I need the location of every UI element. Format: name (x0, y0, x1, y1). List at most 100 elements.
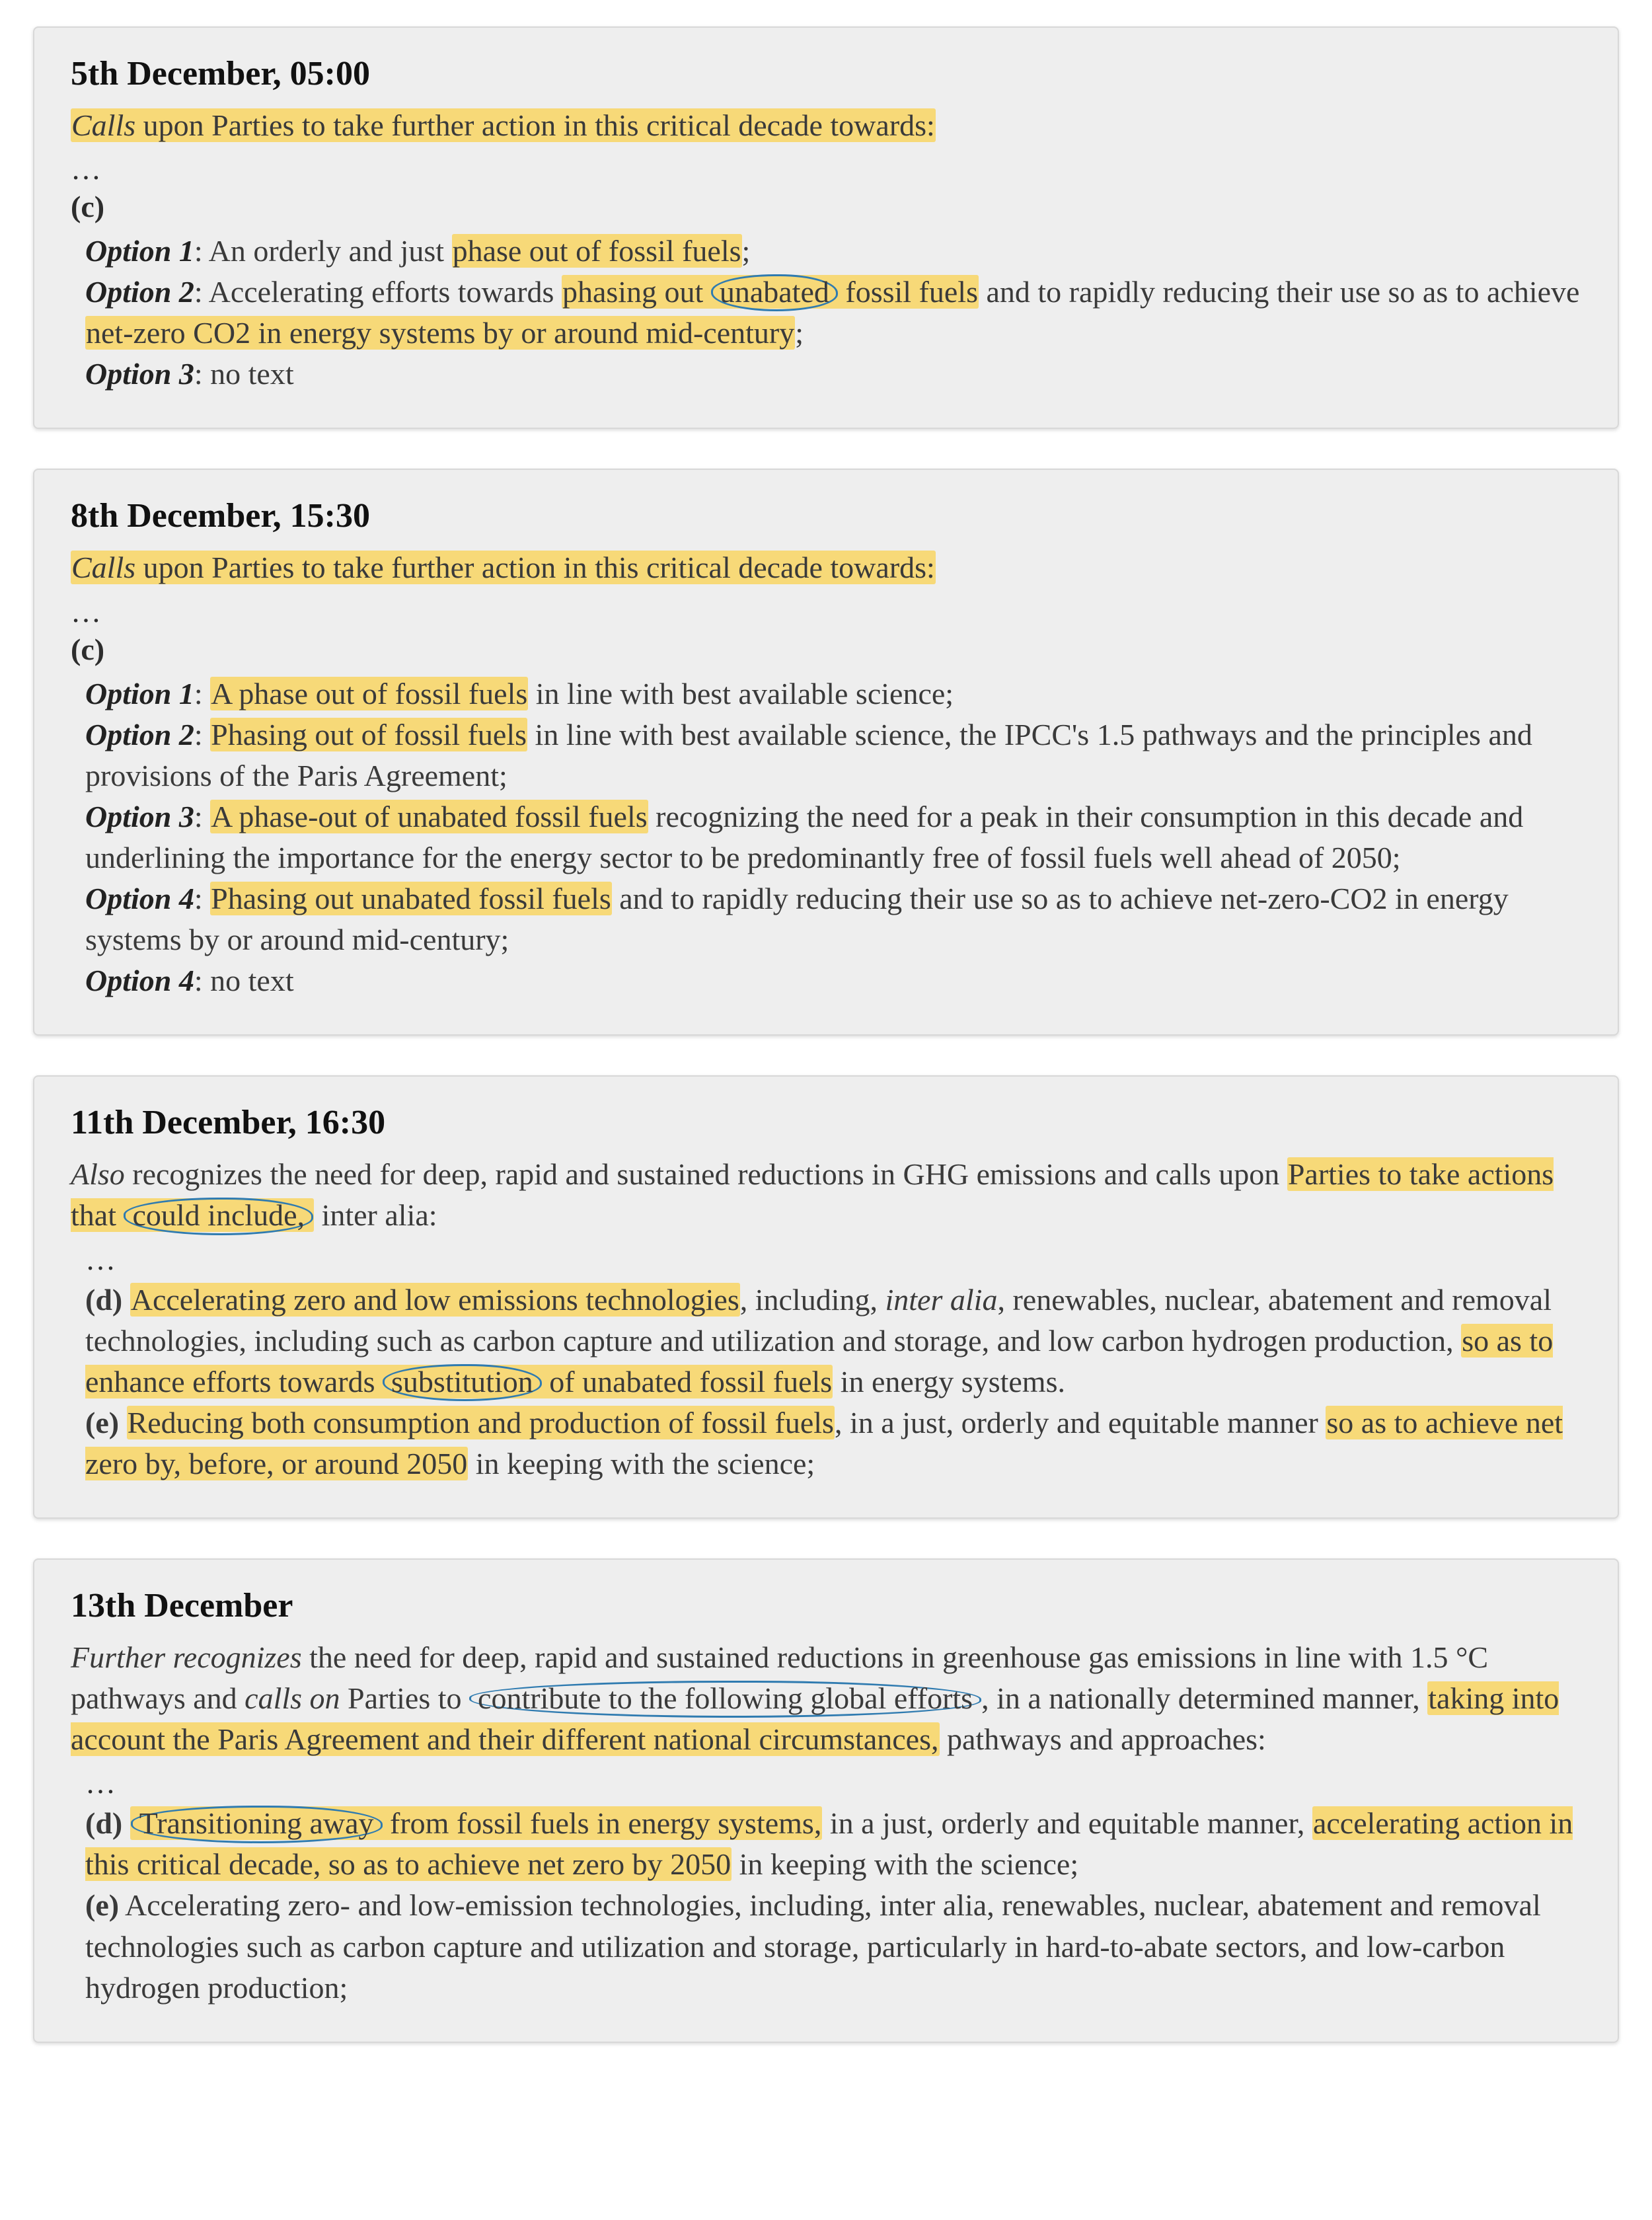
option-text: ; (795, 316, 804, 350)
option-2: Option 2: Phasing out of fossil fuels in… (85, 714, 1581, 796)
highlight: Reducing both consumption and production… (127, 1406, 835, 1439)
highlight: net-zero CO2 in energy systems by or aro… (85, 316, 795, 350)
ellipsis: … (71, 151, 1581, 186)
card-heading: 8th December, 15:30 (71, 496, 1581, 535)
intro-text: upon Parties to take further action in t… (135, 551, 935, 584)
option-3: Option 3: A phase-out of unabated fossil… (85, 796, 1581, 878)
option-label: Option 1 (85, 234, 194, 268)
option-text: : (194, 677, 210, 710)
item-text: , including, (740, 1283, 885, 1317)
intro-italic: calls on (244, 1681, 340, 1715)
intro-italic: Further recognizes (71, 1640, 302, 1674)
option-1: Option 1: An orderly and just phase out … (85, 231, 1581, 272)
intro-text: inter alia: (314, 1198, 437, 1232)
option-label: Option 2 (85, 275, 194, 309)
option-text: : no text (194, 357, 294, 391)
card-dec-05: 5th December, 05:00 Calls upon Parties t… (33, 26, 1619, 429)
intro-text: , in a nationally determined manner, (981, 1681, 1427, 1715)
option-text: : (194, 882, 210, 915)
card-heading: 13th December (71, 1586, 1581, 1625)
options: Option 1: An orderly and just phase out … (71, 231, 1581, 395)
option-label: Option 3 (85, 800, 194, 833)
intro-line: Further recognizes the need for deep, ra… (71, 1637, 1581, 1760)
highlight: phase out of fossil fuels (452, 234, 742, 268)
intro-italic: Calls (71, 551, 135, 584)
item-d: (d) Transitioning away from fossil fuels… (85, 1803, 1581, 1885)
option-text: ; (742, 234, 751, 268)
highlight-text: fossil fuels (838, 275, 978, 309)
options: Option 1: A phase out of fossil fuels in… (71, 673, 1581, 1002)
intro-text: pathways and approaches: (940, 1722, 1266, 1756)
intro-line: Calls upon Parties to take further actio… (71, 105, 1581, 146)
option-label: Option 1 (85, 677, 194, 710)
ellipsis: … (71, 594, 1581, 629)
item-e: (e) Reducing both consumption and produc… (85, 1402, 1581, 1484)
highlight: Transitioning away from fossil fuels in … (130, 1806, 823, 1840)
items: … (d) Transitioning away from fossil fue… (71, 1765, 1581, 2008)
intro-highlight: Calls upon Parties to take further actio… (71, 551, 936, 584)
highlight: Phasing out of fossil fuels (210, 718, 527, 751)
highlight-text: phasing out (562, 275, 711, 309)
item-text: in energy systems. (833, 1365, 1065, 1398)
option-3: Option 3: no text (85, 354, 1581, 395)
option-text: : An orderly and just (194, 234, 452, 268)
option-2: Option 2: Accelerating efforts towards p… (85, 272, 1581, 354)
card-dec-08: 8th December, 15:30 Calls upon Parties t… (33, 469, 1619, 1036)
circled-word: substitution (383, 1364, 542, 1401)
highlight: Accelerating zero and low emissions tech… (130, 1283, 740, 1317)
intro-text: recognizes the need for deep, rapid and … (125, 1157, 1287, 1191)
option-text: in line with best available science; (528, 677, 954, 710)
option-label: Option 3 (85, 357, 194, 391)
highlight: phasing out unabated fossil fuels (562, 275, 979, 309)
intro-italic: Also (71, 1157, 125, 1191)
clause-c: (c) (71, 189, 1581, 224)
ellipsis: … (85, 1765, 1581, 1800)
card-heading: 11th December, 16:30 (71, 1103, 1581, 1142)
page: 5th December, 05:00 Calls upon Parties t… (0, 0, 1652, 2069)
circled-phrase: Transitioning away (131, 1806, 383, 1843)
intro-line: Calls upon Parties to take further actio… (71, 547, 1581, 588)
item-text: Accelerating zero- and low-emission tech… (85, 1888, 1541, 2004)
highlight-text: of unabated fossil fuels (542, 1365, 832, 1398)
highlight-text: from fossil fuels in energy systems, (383, 1806, 822, 1840)
option-label: Option 4 (85, 964, 194, 997)
circled-phrase: contribute to the following global effor… (469, 1681, 981, 1718)
clause-letter: (e) (85, 1888, 119, 1922)
intro-italic: Calls (71, 108, 135, 142)
option-label: Option 4 (85, 882, 194, 915)
clause-letter: (e) (85, 1406, 119, 1439)
clause-letter: (d) (85, 1806, 122, 1840)
item-d: (d) Accelerating zero and low emissions … (85, 1280, 1581, 1402)
highlight: A phase out of fossil fuels (210, 677, 528, 710)
clause-c: (c) (71, 632, 1581, 667)
circled-word: could include, (124, 1198, 313, 1235)
card-heading: 5th December, 05:00 (71, 54, 1581, 93)
circled-word: unabated (711, 274, 838, 311)
ellipsis: … (85, 1242, 1581, 1277)
highlight: A phase-out of unabated fossil fuels (210, 800, 648, 833)
option-text: and to rapidly reducing their use so as … (979, 275, 1580, 309)
option-text: : (194, 718, 210, 751)
intro-text: Parties to (340, 1681, 469, 1715)
option-4b: Option 4: no text (85, 960, 1581, 1001)
option-1: Option 1: A phase out of fossil fuels in… (85, 673, 1581, 714)
item-text: in keeping with the science; (732, 1847, 1078, 1881)
item-text: in a just, orderly and equitable manner, (822, 1806, 1312, 1840)
clause-letter: (d) (85, 1283, 122, 1317)
option-label: Option 2 (85, 718, 194, 751)
italic-text: inter alia (885, 1283, 998, 1317)
intro-text: upon Parties to take further action in t… (135, 108, 935, 142)
items: … (d) Accelerating zero and low emission… (71, 1242, 1581, 1484)
card-dec-13: 13th December Further recognizes the nee… (33, 1558, 1619, 2043)
option-text: : (194, 800, 210, 833)
item-text: in keeping with the science; (468, 1447, 815, 1480)
item-e: (e) Accelerating zero- and low-emission … (85, 1885, 1581, 2008)
intro-line: Also recognizes the need for deep, rapid… (71, 1154, 1581, 1236)
intro-highlight: Calls upon Parties to take further actio… (71, 108, 936, 142)
option-4a: Option 4: Phasing out unabated fossil fu… (85, 878, 1581, 960)
item-text: , in a just, orderly and equitable manne… (835, 1406, 1326, 1439)
highlight: Phasing out unabated fossil fuels (210, 882, 612, 915)
option-text: : Accelerating efforts towards (194, 275, 562, 309)
card-dec-11: 11th December, 16:30 Also recognizes the… (33, 1075, 1619, 1519)
option-text: : no text (194, 964, 294, 997)
